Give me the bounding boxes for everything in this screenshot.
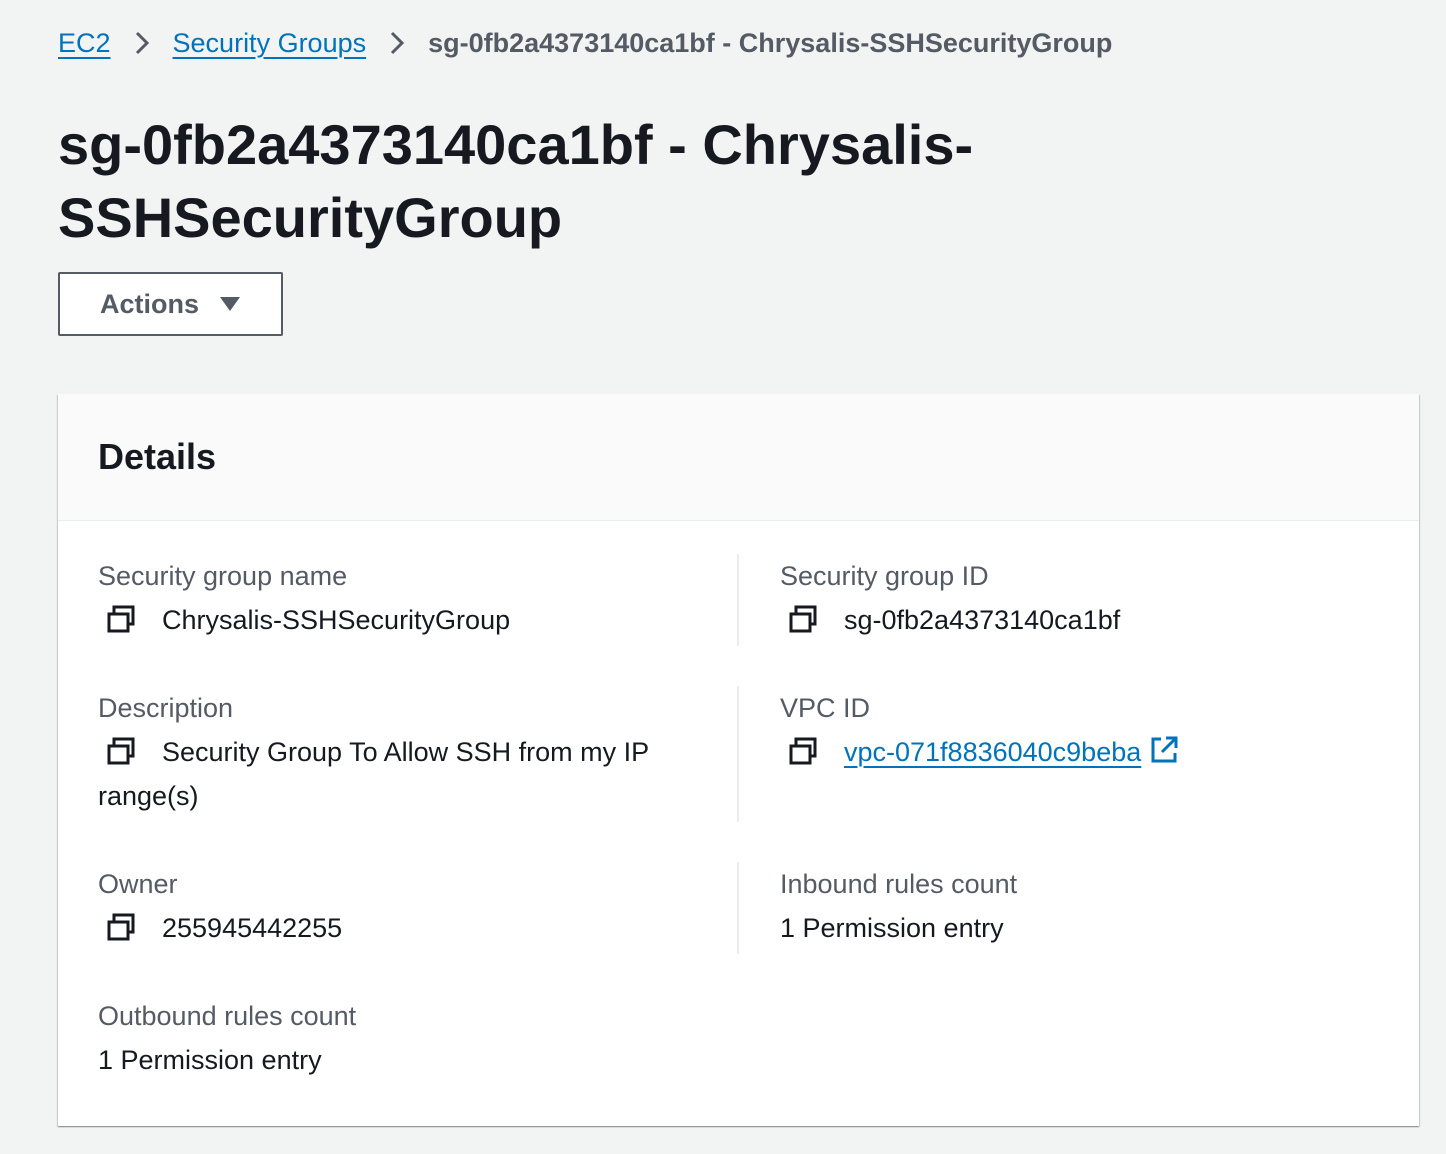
- page-title: sg-0fb2a4373140ca1bf - Chrysalis- SSHSec…: [58, 108, 1058, 254]
- breadcrumb-current: sg-0fb2a4373140ca1bf - Chrysalis-SSHSecu…: [428, 27, 1113, 58]
- column-divider: [737, 554, 739, 646]
- inbound-count-value: 1 Permission entry: [780, 913, 1004, 943]
- actions-button[interactable]: Actions: [58, 272, 283, 336]
- caret-down-icon: [219, 296, 241, 312]
- details-header: Details: [58, 394, 1419, 521]
- details-panel: Details Security group name Chrysalis-SS…: [58, 394, 1419, 1126]
- actions-button-label: Actions: [99, 288, 199, 319]
- field-inbound-count: Inbound rules count 1 Permission entry: [780, 866, 1380, 950]
- sg-id-value: sg-0fb2a4373140ca1bf: [844, 605, 1121, 635]
- copy-icon[interactable]: [106, 911, 136, 941]
- copy-icon[interactable]: [788, 735, 818, 765]
- description-value-row: Security Group To Allow SSH from my IP r…: [98, 730, 698, 818]
- outbound-count-value: 1 Permission entry: [98, 1045, 322, 1075]
- external-link-icon: [1149, 734, 1179, 764]
- column-divider: [737, 686, 739, 822]
- sg-id-label: Security group ID: [780, 561, 989, 591]
- vpc-id-value: vpc-071f8836040c9beba: [844, 737, 1142, 767]
- owner-value-row: 255945442255: [98, 906, 738, 950]
- owner-label: Owner: [98, 869, 178, 899]
- page-title-line1: sg-0fb2a4373140ca1bf - Chrysalis-: [58, 113, 974, 176]
- vpc-id-value-row: vpc-071f8836040c9beba: [780, 730, 1380, 774]
- owner-value: 255945442255: [162, 913, 343, 943]
- description-label: Description: [98, 693, 234, 723]
- copy-icon[interactable]: [788, 603, 818, 633]
- description-value: Security Group To Allow SSH from my IP r…: [98, 737, 649, 811]
- sg-id-value-row: sg-0fb2a4373140ca1bf: [780, 598, 1380, 642]
- field-sg-id: Security group ID sg-0fb2a4373140ca1bf: [780, 558, 1380, 642]
- field-description: Description Security Group To Allow SSH …: [98, 690, 698, 818]
- field-owner: Owner 255945442255: [98, 866, 738, 950]
- outbound-count-label: Outbound rules count: [98, 1001, 357, 1031]
- inbound-count-label: Inbound rules count: [780, 869, 1018, 899]
- chevron-right-icon: [377, 28, 417, 58]
- field-vpc-id: VPC ID vpc-071f8836040c9beba: [780, 690, 1380, 774]
- field-sg-name: Security group name Chrysalis-SSHSecurit…: [98, 558, 738, 642]
- copy-icon[interactable]: [106, 735, 136, 765]
- sg-name-value: Chrysalis-SSHSecurityGroup: [162, 605, 511, 635]
- sg-name-label: Security group name: [98, 561, 348, 591]
- field-outbound-count: Outbound rules count 1 Permission entry: [98, 998, 738, 1082]
- vpc-id-link[interactable]: vpc-071f8836040c9beba: [844, 734, 1179, 767]
- details-title: Details: [98, 436, 217, 477]
- copy-icon[interactable]: [106, 603, 136, 633]
- sg-name-value-row: Chrysalis-SSHSecurityGroup: [98, 598, 738, 642]
- breadcrumb-security-groups-link[interactable]: Security Groups: [173, 28, 367, 59]
- breadcrumb-ec2-link[interactable]: EC2: [58, 28, 111, 59]
- breadcrumb: EC2 Security Groups sg-0fb2a4373140ca1bf…: [58, 24, 1112, 62]
- vpc-id-label: VPC ID: [780, 693, 871, 723]
- column-divider: [737, 862, 739, 954]
- page-title-line2: SSHSecurityGroup: [58, 186, 563, 249]
- chevron-right-icon: [122, 28, 162, 58]
